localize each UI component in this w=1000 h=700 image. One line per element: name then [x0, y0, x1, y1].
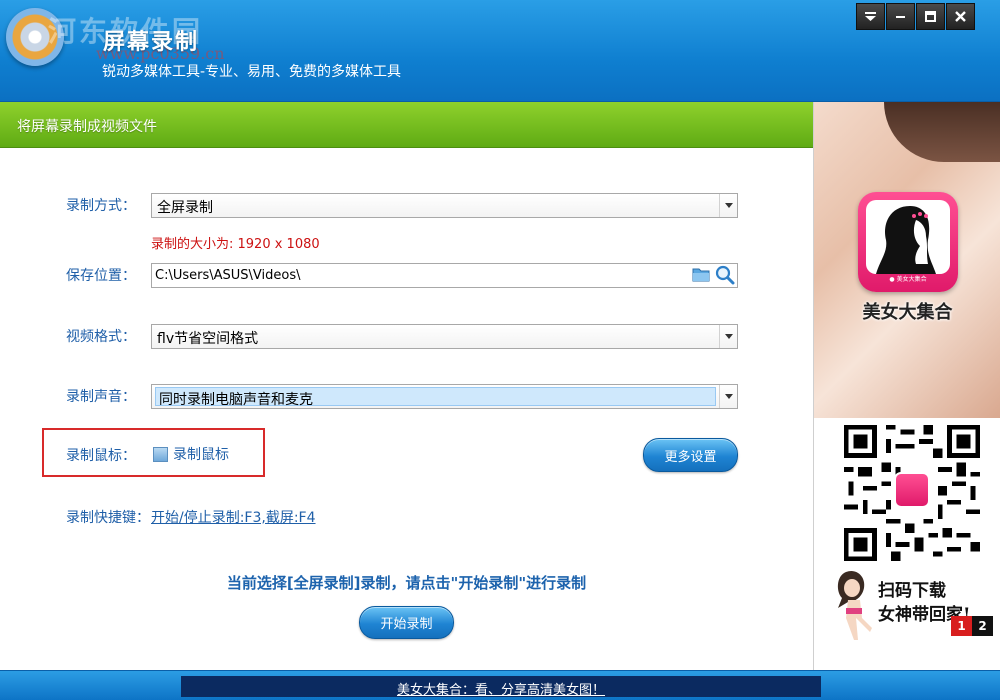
minimize-button[interactable] — [886, 3, 915, 30]
status-message: 当前选择[全屏录制]录制，请点击"开始录制"进行录制 — [226, 574, 587, 592]
more-settings-button[interactable]: 更多设置 — [643, 438, 738, 472]
maximize-button[interactable] — [916, 3, 945, 30]
video-format-value: flv节省空间格式 — [157, 331, 259, 347]
ad-pager: 1 2 — [951, 616, 993, 636]
ad-panel[interactable]: ● 美女大集合 美女大集合 扫码下载 女神带回家! 1 2 — [813, 102, 1000, 670]
record-mode-label: 录制方式： — [66, 198, 136, 214]
record-mouse-checkbox[interactable] — [153, 447, 168, 462]
folder-icon[interactable] — [692, 266, 710, 282]
window-controls — [856, 3, 976, 30]
maximize-icon — [925, 11, 936, 22]
qr-center-logo-icon — [894, 472, 930, 508]
chevron-down-icon[interactable] — [719, 385, 737, 408]
footer-bar: 美女大集合：看、分享高清美女图！ — [0, 670, 1000, 700]
search-icon[interactable] — [715, 265, 735, 285]
record-mouse-label: 录制鼠标： — [66, 448, 136, 464]
cartoon-girl-icon — [837, 570, 872, 640]
save-location-field[interactable]: C:\Users\ASUS\Videos\ — [151, 263, 738, 288]
footer-ticker-link[interactable]: 美女大集合：看、分享高清美女图！ — [181, 676, 821, 698]
minimize-icon — [896, 16, 905, 18]
ad-page-2-button[interactable]: 2 — [972, 616, 993, 636]
app-title: 屏幕录制 — [103, 30, 200, 55]
title-bar: 河东软件园 www.pc0359.cn 屏幕录制 锐动多媒体工具-专业、易用、免… — [0, 0, 1000, 102]
ad-app-icon[interactable]: ● 美女大集合 — [858, 192, 958, 292]
ad-page-1-button[interactable]: 1 — [951, 616, 972, 636]
ad-photo-hair — [884, 102, 1000, 162]
video-format-label: 视频格式： — [66, 329, 136, 345]
app-subtitle: 锐动多媒体工具-专业、易用、免费的多媒体工具 — [102, 64, 402, 80]
start-record-button[interactable]: 开始录制 — [359, 606, 454, 639]
scan-text-line-1: 扫码下载 — [878, 581, 946, 601]
app-logo-silhouette-icon — [866, 200, 950, 274]
record-mouse-checkbox-label[interactable]: 录制鼠标 — [173, 444, 229, 464]
close-icon — [955, 11, 966, 22]
hotkey-link[interactable]: 开始/停止录制:F3,截屏:F4 — [151, 507, 316, 527]
record-audio-value: 同时录制电脑声音和麦克 — [155, 387, 716, 408]
record-mode-value: 全屏录制 — [157, 200, 213, 216]
video-format-select[interactable]: flv节省空间格式 — [151, 324, 738, 349]
ad-app-tag: ● 美女大集合 — [889, 276, 927, 283]
record-size-hint: 录制的大小为: 1920 x 1080 — [151, 237, 320, 252]
record-audio-select[interactable]: 同时录制电脑声音和麦克 — [151, 384, 738, 409]
menu-dropdown-button[interactable] — [856, 3, 885, 30]
chevron-down-icon[interactable] — [719, 194, 737, 217]
ad-app-name: 美女大集合 — [862, 302, 953, 323]
chevron-down-icon[interactable] — [719, 325, 737, 348]
close-button[interactable] — [946, 3, 975, 30]
record-audio-label: 录制声音： — [66, 389, 136, 405]
main-panel: 将屏幕录制成视频文件 录制方式： 全屏录制 录制的大小为: 1920 x 108… — [0, 102, 813, 670]
record-mode-select[interactable]: 全屏录制 — [151, 193, 738, 218]
section-header: 将屏幕录制成视频文件 — [0, 102, 813, 148]
dropdown-icon — [865, 12, 876, 21]
hotkey-label: 录制快捷键： — [66, 510, 150, 526]
save-location-label: 保存位置： — [66, 268, 136, 284]
ad-banner-image[interactable]: ● 美女大集合 美女大集合 — [814, 102, 1000, 418]
